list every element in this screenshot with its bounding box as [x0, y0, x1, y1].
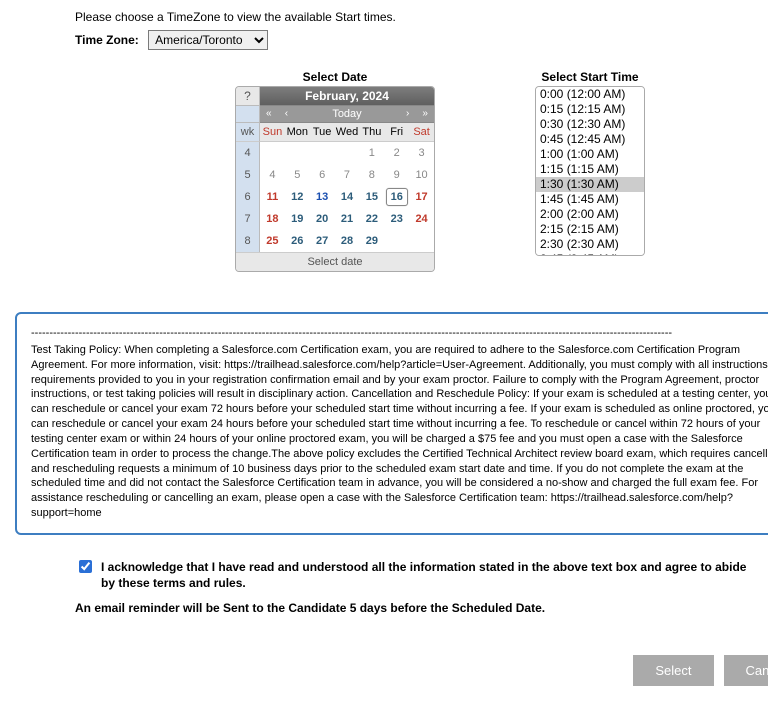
reminder-text: An email reminder will be Sent to the Ca… — [75, 601, 748, 615]
calendar-day: 1 — [359, 142, 384, 164]
calendar-day[interactable]: 15 — [359, 186, 384, 208]
calendar-day[interactable]: 23 — [384, 208, 409, 230]
calendar-week-num: 8 — [236, 230, 260, 252]
policy-box: ----------------------------------------… — [15, 312, 768, 535]
calendar-day — [335, 142, 360, 164]
time-option[interactable]: 2:45 (2:45 AM) — [536, 252, 644, 256]
select-date-title: Select Date — [235, 70, 435, 84]
calendar-day[interactable]: 26 — [285, 230, 310, 252]
calendar-footer: Select date — [236, 252, 434, 271]
cancel-button[interactable]: Cancel — [724, 655, 768, 686]
ack-label: I acknowledge that I have read and under… — [101, 559, 748, 591]
calendar-day — [260, 142, 285, 164]
ack-checkbox[interactable] — [79, 560, 92, 573]
calendar-prev-button[interactable]: ‹ — [278, 106, 296, 123]
calendar-day: 7 — [335, 164, 360, 186]
calendar-day[interactable]: 22 — [359, 208, 384, 230]
time-option[interactable]: 0:30 (12:30 AM) — [536, 117, 644, 132]
calendar-head-tue: Tue — [310, 123, 335, 142]
calendar-day[interactable]: 14 — [335, 186, 360, 208]
calendar-day — [409, 230, 434, 252]
time-option[interactable]: 0:45 (12:45 AM) — [536, 132, 644, 147]
calendar-day[interactable]: 28 — [335, 230, 360, 252]
calendar-day: 4 — [260, 164, 285, 186]
time-option[interactable]: 2:30 (2:30 AM) — [536, 237, 644, 252]
time-option[interactable]: 0:15 (12:15 AM) — [536, 102, 644, 117]
instruction-text: Please choose a TimeZone to view the ava… — [75, 10, 748, 24]
policy-divider: ----------------------------------------… — [31, 326, 768, 341]
calendar-last-button[interactable]: » — [416, 106, 434, 123]
calendar-day[interactable]: 25 — [260, 230, 285, 252]
calendar-day[interactable]: 18 — [260, 208, 285, 230]
calendar-day: 2 — [384, 142, 409, 164]
calendar-head-wed: Wed — [335, 123, 360, 142]
calendar-day: 6 — [310, 164, 335, 186]
calendar-day[interactable]: 12 — [285, 186, 310, 208]
timezone-select[interactable]: America/Toronto — [148, 30, 268, 50]
calendar-day[interactable]: 27 — [310, 230, 335, 252]
calendar-head-sun: Sun — [260, 123, 285, 142]
calendar-next-button[interactable]: › — [399, 106, 417, 123]
select-button[interactable]: Select — [633, 655, 713, 686]
calendar-day — [310, 142, 335, 164]
policy-text: Test Taking Policy: When completing a Sa… — [31, 343, 768, 521]
calendar-day[interactable]: 20 — [310, 208, 335, 230]
time-option[interactable]: 2:00 (2:00 AM) — [536, 207, 644, 222]
calendar-week-num: 6 — [236, 186, 260, 208]
calendar-day[interactable]: 19 — [285, 208, 310, 230]
calendar-day: 5 — [285, 164, 310, 186]
time-option[interactable]: 0:00 (12:00 AM) — [536, 87, 644, 102]
calendar-week-num: 4 — [236, 142, 260, 164]
calendar-day — [285, 142, 310, 164]
calendar-day: 8 — [359, 164, 384, 186]
timezone-label: Time Zone: — [75, 33, 139, 47]
calendar-day[interactable]: 24 — [409, 208, 434, 230]
calendar-head-wk: wk — [236, 123, 260, 142]
time-option[interactable]: 2:15 (2:15 AM) — [536, 222, 644, 237]
calendar-day: 9 — [384, 164, 409, 186]
calendar-day: 3 — [409, 142, 434, 164]
calendar-today-button[interactable]: Today — [295, 106, 399, 123]
calendar-first-button[interactable]: « — [260, 106, 278, 123]
calendar-week-num: 5 — [236, 164, 260, 186]
calendar-nav-spacer — [236, 106, 260, 123]
calendar-head-sat: Sat — [409, 123, 434, 142]
calendar-day[interactable]: 11 — [260, 186, 285, 208]
time-listbox[interactable]: 0:00 (12:00 AM) 0:15 (12:15 AM) 0:30 (12… — [535, 86, 645, 256]
calendar-help-button[interactable]: ? — [236, 87, 260, 106]
calendar-day: 10 — [409, 164, 434, 186]
calendar-head-thu: Thu — [359, 123, 384, 142]
calendar-day — [384, 230, 409, 252]
calendar-head-mon: Mon — [285, 123, 310, 142]
time-option[interactable]: 1:00 (1:00 AM) — [536, 147, 644, 162]
calendar-day[interactable]: 29 — [359, 230, 384, 252]
calendar-week-num: 7 — [236, 208, 260, 230]
calendar-day[interactable]: 17 — [409, 186, 434, 208]
time-option[interactable]: 1:45 (1:45 AM) — [536, 192, 644, 207]
timezone-row: Time Zone: America/Toronto — [75, 30, 748, 50]
time-option[interactable]: 1:15 (1:15 AM) — [536, 162, 644, 177]
time-option-selected[interactable]: 1:30 (1:30 AM) — [536, 177, 644, 192]
calendar-day[interactable]: 13 — [310, 186, 335, 208]
calendar-day[interactable]: 21 — [335, 208, 360, 230]
calendar-head-fri: Fri — [384, 123, 409, 142]
calendar: ? February, 2024 « ‹ Today › » wk Sun Mo… — [235, 86, 435, 272]
calendar-day-today[interactable]: 16 — [384, 186, 409, 208]
select-time-title: Select Start Time — [535, 70, 645, 84]
calendar-month-label: February, 2024 — [260, 87, 434, 106]
